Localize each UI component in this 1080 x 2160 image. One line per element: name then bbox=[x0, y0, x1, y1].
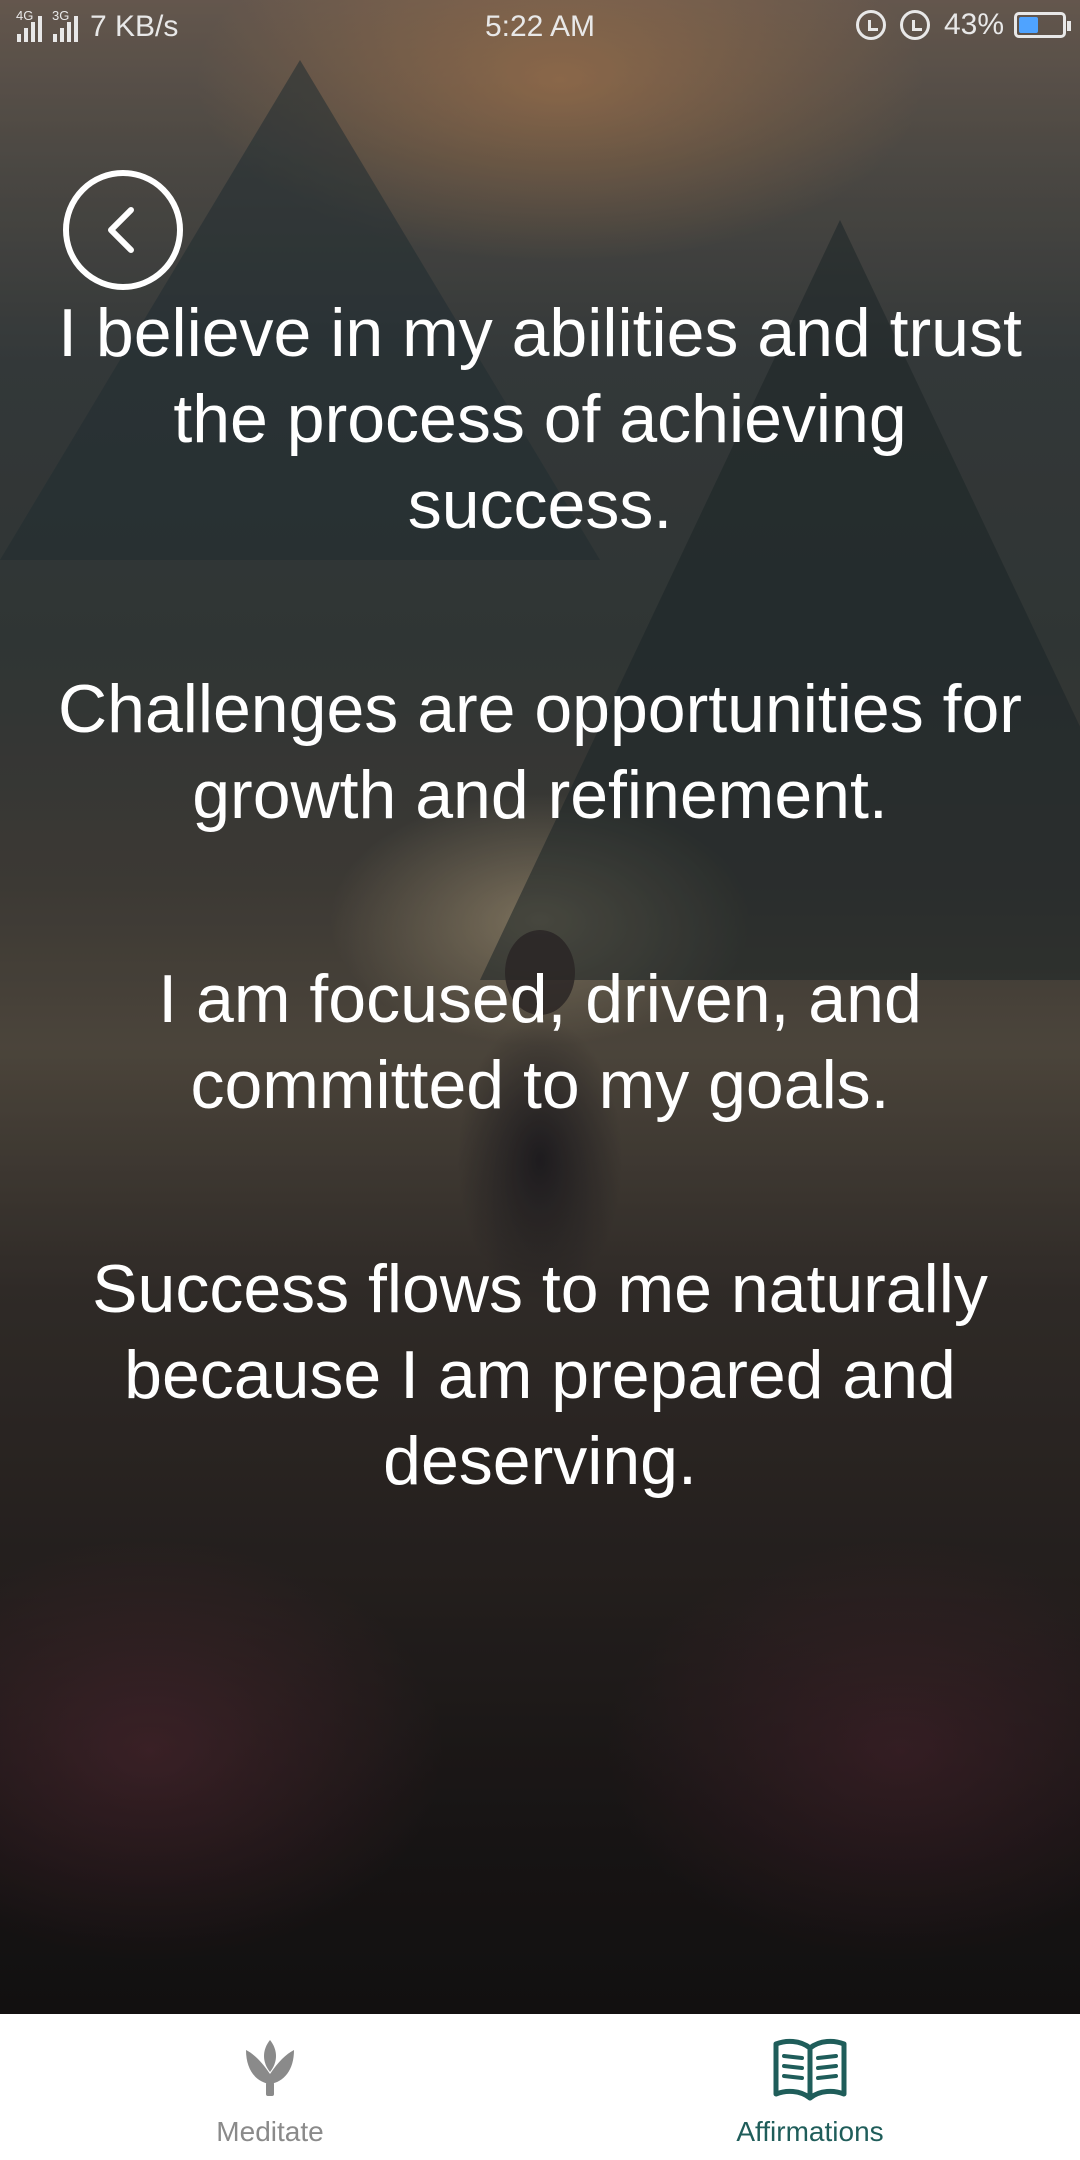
back-button[interactable] bbox=[63, 170, 183, 290]
status-right: 43% bbox=[855, 8, 1071, 42]
tab-meditate[interactable]: Meditate bbox=[0, 2014, 540, 2160]
affirmation-text: Success flows to me naturally because I … bbox=[92, 1251, 988, 1499]
tab-affirmations[interactable]: Affirmations bbox=[540, 2014, 1080, 2160]
battery-percent: 43% bbox=[943, 8, 1004, 41]
lotus-icon bbox=[246, 2040, 294, 2096]
alarm-icon bbox=[899, 10, 930, 40]
affirmations-screen: 4G 3G 7 KB/s 5:22 AM 43% I believe in my… bbox=[0, 0, 1080, 2160]
bottom-navigation: Meditate Affirmations bbox=[0, 2014, 1080, 2160]
tab-affirmations-label: Affirmations bbox=[736, 2116, 884, 2147]
affirmation-text: Challenges are opportunities for growth … bbox=[58, 671, 1022, 833]
chevron-left-icon bbox=[108, 207, 134, 253]
open-book-icon bbox=[773, 2038, 847, 2101]
status-bar: 4G 3G 7 KB/s 5:22 AM 43% bbox=[0, 0, 1080, 56]
battery-charging-icon bbox=[1014, 12, 1071, 38]
affirmations-list: I believe in my abilities and trust the … bbox=[40, 290, 1040, 1622]
affirmation-text: I am focused, driven, and committed to m… bbox=[158, 961, 922, 1123]
tab-meditate-label: Meditate bbox=[216, 2116, 324, 2147]
affirmation-text: I believe in my abilities and trust the … bbox=[58, 295, 1022, 543]
lock-rotation-icon bbox=[855, 10, 886, 40]
battery-fill bbox=[1019, 17, 1038, 33]
